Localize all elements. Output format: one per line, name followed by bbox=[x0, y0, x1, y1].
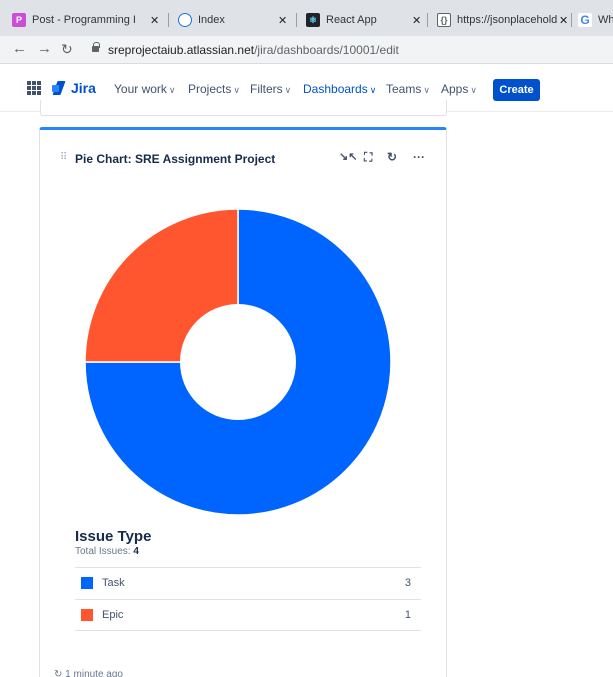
total-issues: Total Issues: 4 bbox=[75, 546, 139, 557]
legend-row-epic[interactable]: Epic 1 bbox=[75, 599, 421, 631]
donut-hole bbox=[180, 304, 296, 420]
nav-dashboards[interactable]: Dashboards ∨ bbox=[303, 82, 376, 96]
browser-tab-react-app[interactable]: ⚛ React App ✕ bbox=[306, 8, 421, 32]
nav-label: Apps bbox=[441, 82, 469, 96]
minimize-icon[interactable]: ↘↖ bbox=[339, 150, 357, 163]
tab-divider bbox=[427, 13, 428, 27]
epic-color-swatch bbox=[81, 609, 93, 621]
nav-label: Dashboards bbox=[303, 82, 368, 96]
json-icon: {} bbox=[437, 13, 451, 27]
task-color-swatch bbox=[81, 577, 93, 589]
app-switcher-icon[interactable] bbox=[27, 81, 41, 95]
forward-arrow-icon[interactable]: → bbox=[37, 41, 52, 57]
browser-tab-post[interactable]: P Post - Programming I ✕ bbox=[12, 8, 162, 32]
refresh-small-icon: ↻ bbox=[54, 669, 63, 677]
previous-gadget-bottom bbox=[40, 100, 447, 116]
tab-divider bbox=[296, 13, 297, 27]
jira-logo[interactable]: Jira bbox=[52, 80, 96, 96]
tab-label: Post - Programming I bbox=[32, 14, 136, 26]
total-value: 4 bbox=[133, 546, 139, 557]
nav-apps[interactable]: Apps ∨ bbox=[441, 82, 477, 96]
browser-tab-jsonplaceholder[interactable]: {} https://jsonplacehold ✕ bbox=[437, 8, 568, 32]
back-arrow-icon[interactable]: ← bbox=[12, 41, 27, 57]
legend-count: 1 bbox=[404, 609, 411, 621]
lock-icon bbox=[92, 42, 100, 52]
browser-tab-google[interactable]: G Wh bbox=[578, 8, 613, 32]
create-button[interactable]: Create bbox=[493, 79, 540, 101]
close-icon[interactable]: ✕ bbox=[278, 14, 287, 27]
legend-row-task[interactable]: Task 3 bbox=[75, 567, 421, 599]
more-options-icon[interactable]: ··· bbox=[413, 150, 425, 164]
tab-divider bbox=[571, 13, 572, 27]
last-updated: ↻ 1 minute ago bbox=[54, 669, 123, 677]
close-icon[interactable]: ✕ bbox=[559, 14, 568, 27]
legend-name[interactable]: Task bbox=[102, 577, 125, 589]
nav-label: Your work bbox=[114, 82, 167, 96]
pie-chart-gadget: ⠿ Pie Chart: SRE Assignment Project ↘↖ ⛶… bbox=[39, 127, 447, 677]
chevron-down-icon: ∨ bbox=[423, 85, 430, 95]
address-bar: ← → ↻ sreprojectaiub.atlassian.net/jira/… bbox=[0, 36, 613, 64]
pen-icon: P bbox=[12, 13, 26, 27]
legend-title: Issue Type bbox=[75, 528, 152, 545]
chevron-down-icon: ∨ bbox=[369, 85, 377, 95]
tab-label: Wh bbox=[598, 14, 613, 26]
last-updated-text: 1 minute ago bbox=[65, 669, 123, 677]
globe-icon bbox=[178, 13, 192, 27]
drag-handle-icon[interactable]: ⠿ bbox=[60, 152, 67, 163]
tab-divider bbox=[168, 13, 169, 27]
nav-label: Projects bbox=[188, 82, 232, 96]
chevron-down-icon: ∨ bbox=[470, 85, 477, 95]
close-icon[interactable]: ✕ bbox=[412, 14, 421, 27]
nav-teams[interactable]: Teams ∨ bbox=[386, 82, 430, 96]
nav-label: Filters bbox=[250, 82, 283, 96]
browser-tab-strip: P Post - Programming I ✕ Index ✕ ⚛ React… bbox=[0, 0, 613, 36]
nav-label: Teams bbox=[386, 82, 422, 96]
chevron-down-icon: ∨ bbox=[168, 85, 176, 95]
tab-label: https://jsonplacehold bbox=[457, 14, 558, 26]
url-field[interactable]: sreprojectaiub.atlassian.net/jira/dashbo… bbox=[108, 43, 399, 57]
total-label: Total Issues: bbox=[75, 546, 131, 557]
nav-filters[interactable]: Filters ∨ bbox=[250, 82, 291, 96]
nav-projects[interactable]: Projects ∨ bbox=[188, 82, 240, 96]
reload-icon[interactable]: ↻ bbox=[61, 41, 73, 57]
maximize-icon[interactable]: ⛶ bbox=[364, 150, 372, 165]
legend-count: 3 bbox=[404, 577, 411, 589]
url-path: /jira/dashboards/10001/edit bbox=[254, 43, 399, 57]
browser-tab-index[interactable]: Index ✕ bbox=[178, 8, 290, 32]
jira-logo-icon bbox=[52, 81, 66, 95]
nav-your-work[interactable]: Your work ∨ bbox=[114, 82, 176, 96]
react-icon: ⚛ bbox=[306, 13, 320, 27]
google-icon: G bbox=[578, 13, 592, 27]
donut-chart bbox=[84, 208, 392, 516]
chevron-down-icon: ∨ bbox=[284, 85, 292, 95]
chevron-down-icon: ∨ bbox=[233, 85, 240, 95]
close-icon[interactable]: ✕ bbox=[150, 14, 159, 27]
jira-logo-text: Jira bbox=[71, 80, 96, 96]
tab-label: Index bbox=[198, 14, 225, 26]
refresh-icon[interactable]: ↻ bbox=[387, 150, 397, 164]
url-host: sreprojectaiub.atlassian.net bbox=[108, 43, 255, 57]
tab-label: React App bbox=[326, 14, 377, 26]
gadget-title: Pie Chart: SRE Assignment Project bbox=[75, 152, 276, 166]
legend-name[interactable]: Epic bbox=[102, 609, 123, 621]
